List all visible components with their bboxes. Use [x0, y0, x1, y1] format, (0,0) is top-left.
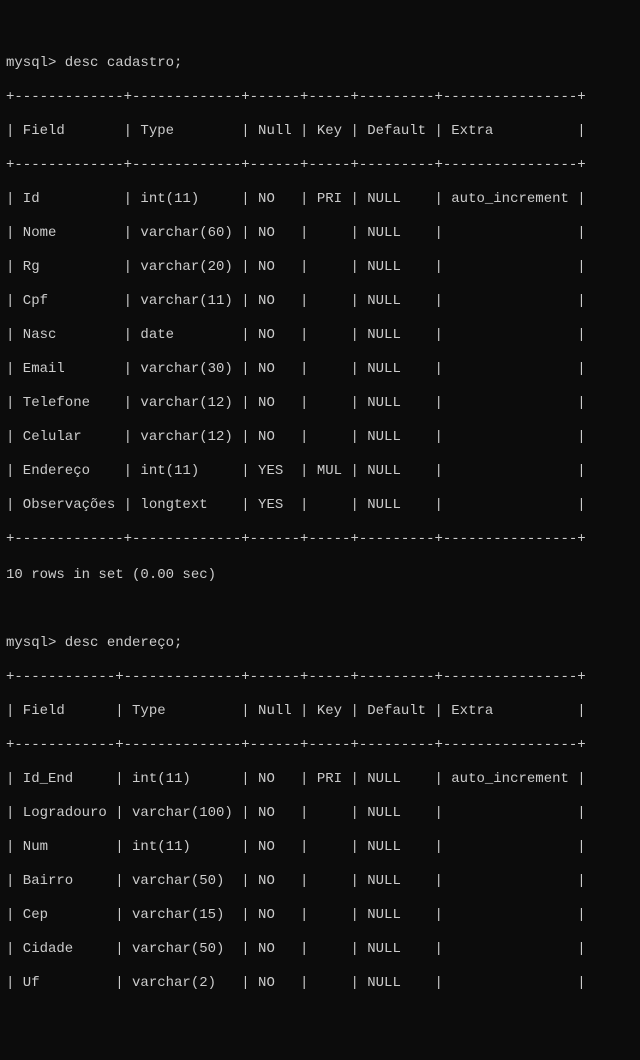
table1-row: | Nasc | date | NO | | NULL | |	[6, 327, 634, 344]
table1-row: | Email | varchar(30) | NO | | NULL | |	[6, 361, 634, 378]
table2-row: | Id_End | int(11) | NO | PRI | NULL | a…	[6, 771, 634, 788]
table1-row: | Celular | varchar(12) | NO | | NULL | …	[6, 429, 634, 446]
table1-row: | Id | int(11) | NO | PRI | NULL | auto_…	[6, 191, 634, 208]
table1-row: | Telefone | varchar(12) | NO | | NULL |…	[6, 395, 634, 412]
table2-row: | Cep | varchar(15) | NO | | NULL | |	[6, 907, 634, 924]
table1-sep-bot: +-------------+-------------+------+----…	[6, 531, 634, 548]
mysql-prompt-2: mysql> desc endereço;	[6, 635, 634, 652]
table1-sep-top: +-------------+-------------+------+----…	[6, 89, 634, 106]
table1-row: | Endereço | int(11) | YES | MUL | NULL …	[6, 463, 634, 480]
table1-row: | Observações | longtext | YES | | NULL …	[6, 497, 634, 514]
table2-row: | Num | int(11) | NO | | NULL | |	[6, 839, 634, 856]
table2-row: | Bairro | varchar(50) | NO | | NULL | |	[6, 873, 634, 890]
table1-sep-mid: +-------------+-------------+------+----…	[6, 157, 634, 174]
table1-row: | Cpf | varchar(11) | NO | | NULL | |	[6, 293, 634, 310]
table2-sep-top: +------------+--------------+------+----…	[6, 669, 634, 686]
table2-row: | Uf | varchar(2) | NO | | NULL | |	[6, 975, 634, 992]
table1-row: | Nome | varchar(60) | NO | | NULL | |	[6, 225, 634, 242]
table2-row: | Cidade | varchar(50) | NO | | NULL | |	[6, 941, 634, 958]
blank-line	[6, 601, 634, 618]
table1-header: | Field | Type | Null | Key | Default | …	[6, 123, 634, 140]
table1-row: | Rg | varchar(20) | NO | | NULL | |	[6, 259, 634, 276]
mysql-prompt-1: mysql> desc cadastro;	[6, 55, 634, 72]
status-1: 10 rows in set (0.00 sec)	[6, 567, 634, 584]
table2-row: | Logradouro | varchar(100) | NO | | NUL…	[6, 805, 634, 822]
table2-sep-mid: +------------+--------------+------+----…	[6, 737, 634, 754]
table2-header: | Field | Type | Null | Key | Default | …	[6, 703, 634, 720]
